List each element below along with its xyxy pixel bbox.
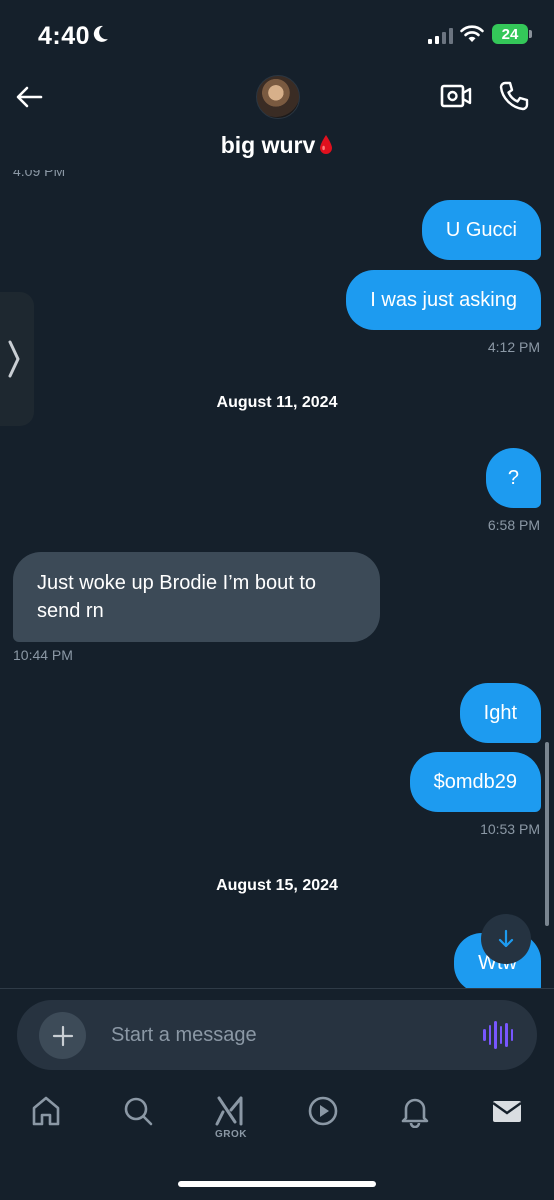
scroll-to-bottom-button[interactable] [481,914,531,964]
home-indicator [178,1181,376,1187]
blood-drop-emoji [319,134,333,162]
wifi-icon [459,24,485,49]
play-circle-icon [308,1096,338,1126]
message-timestamp: 4:09 PM [13,170,66,179]
tab-grok[interactable]: GROK [211,1094,251,1144]
outgoing-message-bubble[interactable]: I was just asking [346,270,541,330]
message-timestamp: 10:53 PM [480,821,540,837]
contact-avatar[interactable] [256,75,300,119]
video-camera-icon [440,84,472,108]
bell-icon [401,1098,429,1128]
voice-call-button[interactable] [498,80,532,114]
cellular-signal-icon [428,28,453,44]
tab-messages[interactable] [487,1094,527,1144]
phone-icon [499,81,529,111]
message-timestamp: 6:58 PM [487,517,540,533]
back-arrow-icon [16,86,43,108]
grok-icon [215,1096,243,1126]
message-text: U Gucci [445,218,517,241]
message-composer [17,1000,537,1070]
plus-icon [52,1025,73,1046]
message-timestamp: 10:44 PM [13,647,73,663]
message-timestamp: 4:12 PM [487,339,540,355]
voice-message-button[interactable] [483,1020,513,1050]
outgoing-message-bubble[interactable]: Ight [459,683,541,743]
home-icon [32,1096,60,1126]
status-bar: 4:40 24 [0,0,554,70]
bottom-tab-bar: GROK [0,1084,554,1154]
message-list[interactable]: 4:09 PM U Gucci I was just asking 4:12 P… [0,170,554,988]
conversation-header: big wurv [0,70,554,170]
message-text: ? [507,466,519,489]
incoming-message-bubble[interactable]: Just woke up Brodie I’m bout to send rn [13,552,380,642]
outgoing-message-bubble[interactable]: $omdb29 [409,752,541,812]
video-call-button[interactable] [440,82,474,116]
tab-video[interactable] [303,1094,343,1144]
tab-notifications[interactable] [395,1094,435,1144]
add-media-button[interactable] [39,1012,86,1059]
back-button[interactable] [12,80,46,114]
moon-icon [92,24,110,49]
contact-name[interactable]: big wurv [0,132,554,162]
grok-label: GROK [215,1129,247,1140]
outgoing-message-bubble[interactable]: U Gucci [421,200,541,260]
battery-tip [529,30,532,38]
message-text: Ight [483,701,517,724]
chevron-right-icon [8,340,20,378]
outgoing-message-bubble[interactable]: ? [485,448,541,508]
battery-icon: 24 [492,24,528,44]
scrollbar[interactable] [545,742,549,926]
tab-search[interactable] [118,1094,158,1144]
envelope-icon [492,1101,522,1122]
date-separator: August 11, 2024 [216,394,338,411]
date-separator: August 15, 2024 [216,877,338,894]
arrow-down-icon [498,929,514,948]
composer-divider [0,988,554,989]
message-text: I was just asking [370,288,517,311]
message-text: $omdb29 [433,770,517,793]
search-icon [124,1097,153,1126]
message-input[interactable] [111,1020,451,1050]
tab-home[interactable] [26,1094,66,1144]
side-panel-handle[interactable] [0,292,34,426]
status-time: 4:40 [38,22,91,50]
message-text: Just woke up Brodie I’m bout to send rn [37,572,317,622]
contact-name-text: big wurv [220,132,316,158]
